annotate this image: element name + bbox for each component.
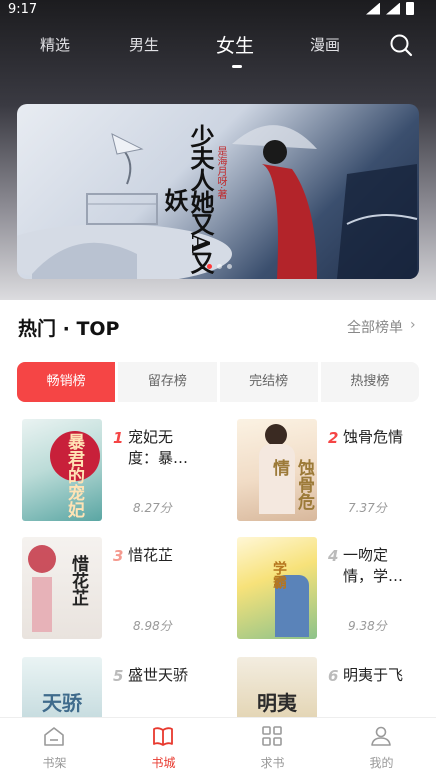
book-item[interactable]: 惜花芷 3 惜花芷 8.98分	[22, 537, 222, 647]
banner-dot[interactable]	[207, 264, 212, 269]
status-time: 9:17	[8, 2, 38, 17]
grid-icon	[262, 726, 282, 746]
search-icon[interactable]	[389, 33, 413, 57]
book-cover[interactable]: 明夷	[237, 657, 317, 717]
chevron-right-icon[interactable]: ›	[410, 317, 416, 333]
house-icon	[44, 727, 64, 746]
battery-icon	[406, 2, 414, 15]
book-icon	[153, 727, 173, 746]
wifi-icon	[366, 2, 380, 15]
book-score: 8.27分	[133, 501, 172, 515]
cover-title: 惜花芷	[68, 555, 88, 606]
tab-female[interactable]: 女生	[216, 31, 254, 58]
status-bar: 9:17	[0, 0, 436, 18]
nav-bookshelf[interactable]: 书架	[0, 718, 109, 775]
banner-dot[interactable]	[217, 264, 222, 269]
book-item[interactable]: 蚀骨危情 2 蚀骨危情 7.37分	[237, 419, 436, 529]
nav-label: 书架	[42, 756, 67, 770]
rank-tab-completed[interactable]: 完结榜	[219, 362, 318, 402]
book-cover[interactable]: 学霸	[237, 537, 317, 639]
nav-label: 求书	[260, 756, 285, 770]
book-title[interactable]: 一吻定情，学…	[343, 545, 405, 587]
book-item[interactable]: 明夷 6 明夷于飞	[237, 657, 436, 717]
cover-title: 学霸	[271, 561, 287, 589]
rank-number: 6	[328, 667, 339, 685]
person-icon	[371, 726, 391, 746]
banner-pagination	[207, 264, 232, 269]
rank-number: 3	[113, 547, 124, 565]
nav-label: 书城	[151, 756, 176, 770]
cover-title: 暴君的宠妃	[64, 433, 84, 518]
rank-tab-trending[interactable]: 热搜榜	[320, 362, 419, 402]
nav-bookstore[interactable]: 书城	[109, 718, 218, 775]
cover-title: 明夷	[257, 691, 297, 715]
rank-number: 2	[328, 429, 339, 447]
nav-label: 我的	[369, 756, 394, 770]
book-title[interactable]: 惜花芷	[128, 545, 190, 566]
banner-author: 是海月呀·著	[215, 146, 226, 200]
book-title[interactable]: 宠妃无度：暴…	[128, 427, 190, 469]
book-title[interactable]: 明夷于飞	[343, 665, 423, 686]
rank-number: 4	[328, 547, 339, 565]
tab-active-indicator	[232, 65, 242, 68]
book-score: 9.38分	[348, 619, 387, 633]
rank-number: 5	[113, 667, 124, 685]
status-icons	[366, 2, 414, 15]
rank-tabs: 畅销榜 留存榜 完结榜 热搜榜	[17, 362, 419, 402]
nav-request-book[interactable]: 求书	[218, 718, 327, 775]
rank-number: 1	[113, 429, 124, 447]
cover-title: 天骄	[42, 691, 82, 715]
book-score: 7.37分	[348, 501, 387, 515]
section-title: 热门 · TOP	[18, 318, 120, 340]
book-cover[interactable]: 天骄	[22, 657, 102, 717]
rank-tab-bestseller[interactable]: 畅销榜	[17, 362, 116, 402]
all-rankings-link[interactable]: 全部榜单	[347, 317, 403, 337]
book-cover[interactable]: 惜花芷	[22, 537, 102, 639]
book-score: 8.98分	[133, 619, 172, 633]
cover-title: 蚀骨危情	[269, 459, 314, 510]
book-title[interactable]: 蚀骨危情	[343, 427, 405, 448]
book-title[interactable]: 盛世天骄	[128, 665, 190, 686]
book-cover[interactable]: 蚀骨危情	[237, 419, 317, 521]
bottom-nav: 书架 书城 求书 我的	[0, 717, 436, 775]
book-item[interactable]: 暴君的宠妃 1 宠妃无度：暴… 8.27分	[22, 419, 222, 529]
book-cover[interactable]: 暴君的宠妃	[22, 419, 102, 521]
signal-icon	[386, 2, 400, 15]
banner-title: 少夫人她又A又妖	[160, 124, 215, 273]
banner-dot[interactable]	[227, 264, 232, 269]
top-nav: 精选 男生 女生 漫画	[0, 28, 436, 68]
rank-tab-retention[interactable]: 留存榜	[118, 362, 217, 402]
book-item[interactable]: 学霸 4 一吻定情，学… 9.38分	[237, 537, 436, 647]
tab-featured[interactable]: 精选	[40, 34, 70, 55]
nav-profile[interactable]: 我的	[327, 718, 436, 775]
promo-banner[interactable]: 少夫人她又A又妖 是海月呀·著	[17, 104, 419, 279]
tab-male[interactable]: 男生	[129, 34, 159, 55]
book-item[interactable]: 天骄 5 盛世天骄	[22, 657, 222, 717]
tab-comics[interactable]: 漫画	[310, 34, 340, 55]
